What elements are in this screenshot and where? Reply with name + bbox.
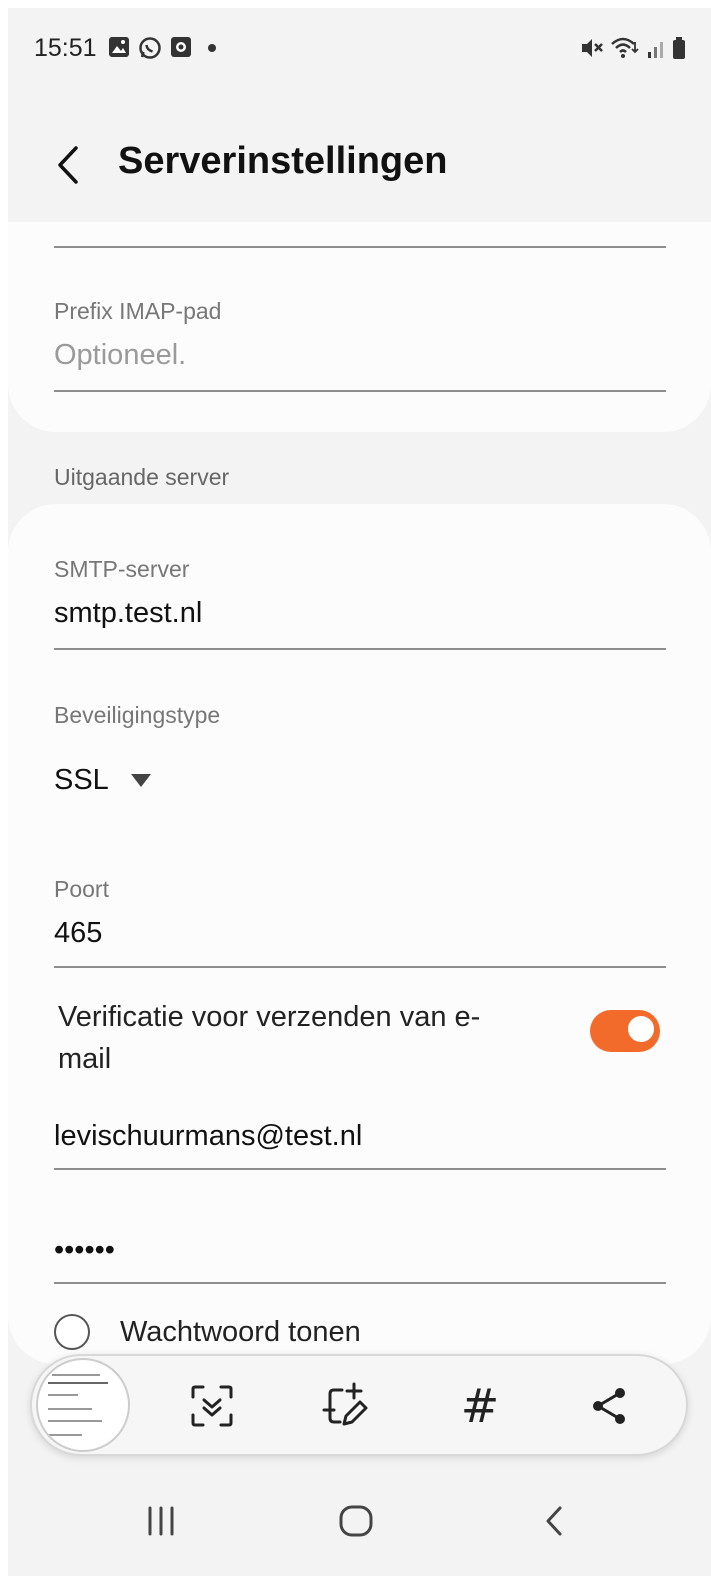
password-input[interactable]: •••••• (54, 1234, 666, 1267)
smtp-server-label: SMTP-server (54, 556, 190, 582)
send-auth-label: Verificatie voor verzenden van e-mail (58, 1001, 481, 1075)
scroll-capture-icon[interactable] (184, 1378, 240, 1434)
username-input[interactable]: levischuurmans@test.nl (54, 1120, 666, 1153)
password-field[interactable]: •••••• (54, 1234, 666, 1267)
screenshot-toolbar: # (30, 1354, 688, 1456)
imap-prefix-underline (54, 390, 666, 392)
security-type-dropdown[interactable]: SSL (54, 764, 151, 797)
previous-field-underline (54, 246, 666, 248)
back-arrow-icon[interactable] (44, 140, 94, 190)
toggle-knob (626, 1014, 656, 1044)
password-underline (54, 1282, 666, 1284)
imap-prefix-label: Prefix IMAP-pad (54, 298, 222, 324)
mute-icon (582, 39, 603, 57)
share-icon[interactable] (582, 1378, 638, 1434)
port-input[interactable]: 465 (54, 917, 666, 950)
imap-prefix-placeholder[interactable]: Optioneel. (54, 339, 666, 372)
tag-hash-icon[interactable]: # (452, 1378, 508, 1434)
port-label: Poort (54, 876, 109, 902)
show-password-checkbox[interactable] (54, 1314, 90, 1350)
imap-prefix-field[interactable]: Prefix IMAP-pad Optioneel. (54, 298, 666, 372)
nav-back-icon[interactable] (540, 1504, 570, 1538)
show-password-label[interactable]: Wachtwoord tonen (120, 1316, 361, 1349)
send-auth-toggle[interactable] (590, 1010, 660, 1052)
screenshot-thumbnail[interactable] (36, 1358, 130, 1452)
status-time: 15:51 (34, 34, 97, 62)
signal-icon (648, 42, 663, 58)
outgoing-server-heading: Uitgaande server (54, 464, 230, 490)
port-underline (54, 966, 666, 968)
port-field[interactable]: Poort 465 (54, 876, 666, 950)
dropdown-caret-icon (130, 774, 151, 787)
smtp-server-input[interactable]: smtp.test.nl (54, 597, 666, 630)
page-title: Serverinstellingen (118, 140, 448, 182)
recent-apps-icon[interactable] (144, 1504, 178, 1538)
status-bar: 15:51 (8, 8, 711, 88)
smtp-server-underline (54, 648, 666, 650)
smtp-server-field[interactable]: SMTP-server smtp.test.nl (54, 556, 666, 630)
draw-icon[interactable] (318, 1378, 374, 1434)
system-navigation-bar (8, 1468, 711, 1576)
app-header: Serverinstellingen (8, 88, 711, 228)
username-underline (54, 1168, 666, 1170)
screen: 15:51 Serverinstellingen Prefix IMAP-pad… (8, 8, 711, 1576)
security-type-label: Beveiligingstype (54, 702, 221, 728)
app-icon (171, 37, 191, 57)
hash-symbol: # (460, 1379, 500, 1433)
notification-dot (208, 44, 216, 52)
security-type-field: Beveiligingstype (54, 702, 666, 729)
username-field[interactable]: levischuurmans@test.nl (54, 1120, 666, 1153)
home-icon[interactable] (338, 1504, 374, 1538)
gallery-icon (109, 37, 129, 57)
battery-icon (673, 37, 685, 59)
wifi-icon (611, 37, 639, 58)
whatsapp-icon (139, 37, 161, 59)
security-type-value: SSL (54, 764, 109, 796)
